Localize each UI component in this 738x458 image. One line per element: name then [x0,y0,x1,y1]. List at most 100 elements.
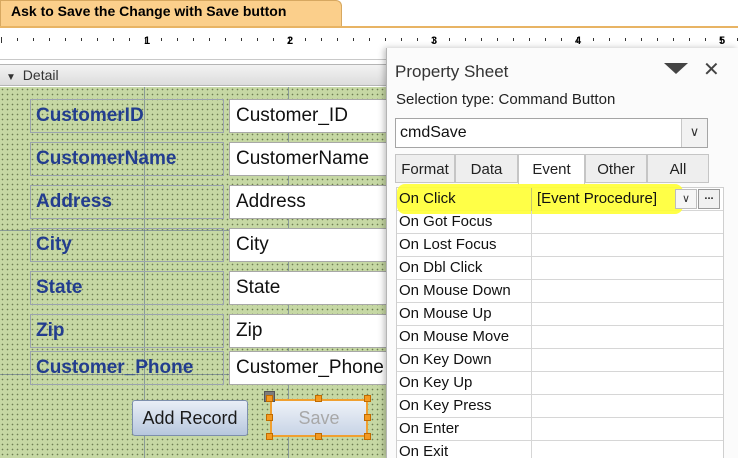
ruler-tick [625,38,626,41]
tab-event[interactable]: Event [518,154,585,185]
property-row[interactable]: On Mouse Down [397,280,723,303]
ruler-tick [529,38,530,41]
close-icon[interactable]: ✕ [703,57,720,82]
property-row[interactable]: On Exit [397,441,723,458]
selection-type-text: Selection type: Command Button [396,91,616,108]
property-value[interactable] [535,211,685,234]
resize-handle[interactable] [315,433,322,440]
add-record-button[interactable]: Add Record [132,400,248,436]
ruler-number: 3 [431,35,438,47]
label-zip[interactable]: Zip [30,314,224,348]
document-tab-title: Ask to Save the Change with Save button [11,3,287,19]
ruler-tick [273,38,274,41]
textbox-customer-phone[interactable]: Customer_Phone [229,351,399,385]
property-row[interactable]: On Mouse Up [397,303,723,326]
property-sheet-pane: Property Sheet ✕ Selection type: Command… [386,48,738,458]
property-value[interactable] [535,372,685,395]
ruler-tick [561,38,562,41]
save-button[interactable]: Save [270,399,368,437]
ruler-tick [497,38,498,41]
textbox-state[interactable]: State [229,271,399,305]
chevron-down-icon[interactable]: ∨ [675,189,697,209]
label-state[interactable]: State [30,271,224,305]
chevron-down-icon[interactable]: ▼ [6,72,16,83]
detail-section-bar[interactable]: ▼ Detail [0,64,390,86]
property-row[interactable]: On Lost Focus [397,234,723,257]
tab-all[interactable]: All [647,154,709,183]
label-customer-phone[interactable]: Customer_Phone [30,351,224,385]
label-city[interactable]: City [30,228,224,262]
property-value[interactable] [535,349,685,372]
property-name: On Mouse Move [397,326,532,349]
label-customer-name[interactable]: CustomerName [30,142,224,176]
resize-handle[interactable] [266,414,273,421]
resize-handle[interactable] [315,395,322,402]
property-name: On Key Up [397,372,532,395]
property-value[interactable] [535,257,685,280]
resize-handle[interactable] [364,433,371,440]
ruler-tick [257,38,258,41]
ruler-tick [385,38,386,41]
pane-options-icon[interactable] [664,63,688,74]
property-row[interactable]: On Key Press [397,395,723,418]
ruler-tick [673,38,674,41]
property-value[interactable] [535,234,685,257]
ruler-tick [353,38,354,41]
property-name: On Mouse Up [397,303,532,326]
textbox-zip[interactable]: Zip [229,314,399,348]
resize-handle[interactable] [266,395,273,402]
property-row[interactable]: On Got Focus [397,211,723,234]
object-selector-combo[interactable]: cmdSave ∨ [395,118,708,148]
ruler-tick [97,38,98,41]
property-row[interactable]: On Key Down [397,349,723,372]
property-name: On Lost Focus [397,234,532,257]
property-row[interactable]: On Key Up [397,372,723,395]
ruler-tick [321,38,322,41]
property-value[interactable] [535,326,685,349]
label-customer-id[interactable]: CustomerID [30,99,224,133]
build-button[interactable]: ... [698,189,720,209]
textbox-customer-name[interactable]: CustomerName [229,142,399,176]
ruler-number: 5 [719,35,726,47]
ruler-tick [113,38,114,41]
ruler-tick [401,38,402,41]
chevron-down-icon[interactable]: ∨ [681,119,707,147]
property-value[interactable] [535,418,685,441]
property-name: On Key Press [397,395,532,418]
ruler-number: 4 [575,35,582,47]
property-value[interactable] [535,280,685,303]
ruler-tick [161,38,162,41]
property-value[interactable] [535,303,685,326]
detail-section-label: Detail [22,67,59,83]
tab-data[interactable]: Data [455,154,518,183]
tab-other[interactable]: Other [585,154,647,183]
label-address[interactable]: Address [30,185,224,219]
resize-handle[interactable] [266,433,273,440]
property-row[interactable]: On Mouse Move [397,326,723,349]
ruler-tick [305,38,306,41]
property-value-on-click[interactable]: [Event Procedure] [535,188,685,211]
ruler-tick [513,38,514,41]
ruler-tick [641,38,642,41]
resize-handle[interactable] [364,414,371,421]
tab-format[interactable]: Format [395,154,455,183]
ruler-tick [241,38,242,41]
textbox-city[interactable]: City [229,228,399,262]
resize-handle[interactable] [364,395,371,402]
ruler-tick [209,38,210,41]
textbox-address[interactable]: Address [229,185,399,219]
ruler-tick [129,38,130,41]
property-row[interactable]: On Enter [397,418,723,441]
property-value[interactable] [535,395,685,418]
property-value[interactable] [535,441,685,458]
ruler-number: 2 [287,35,294,47]
document-tab[interactable]: Ask to Save the Change with Save button [0,0,342,26]
document-tab-bar: Ask to Save the Change with Save button [0,0,738,28]
property-row[interactable]: On Dbl Click [397,257,723,280]
ruler-tick [545,38,546,41]
ruler-tick [337,38,338,41]
ruler-tick [689,38,690,41]
property-row-on-click[interactable]: On Click [Event Procedure] ∨ ... [397,184,723,214]
ruler-tick [657,38,658,41]
textbox-customer-id[interactable]: Customer_ID [229,99,399,133]
